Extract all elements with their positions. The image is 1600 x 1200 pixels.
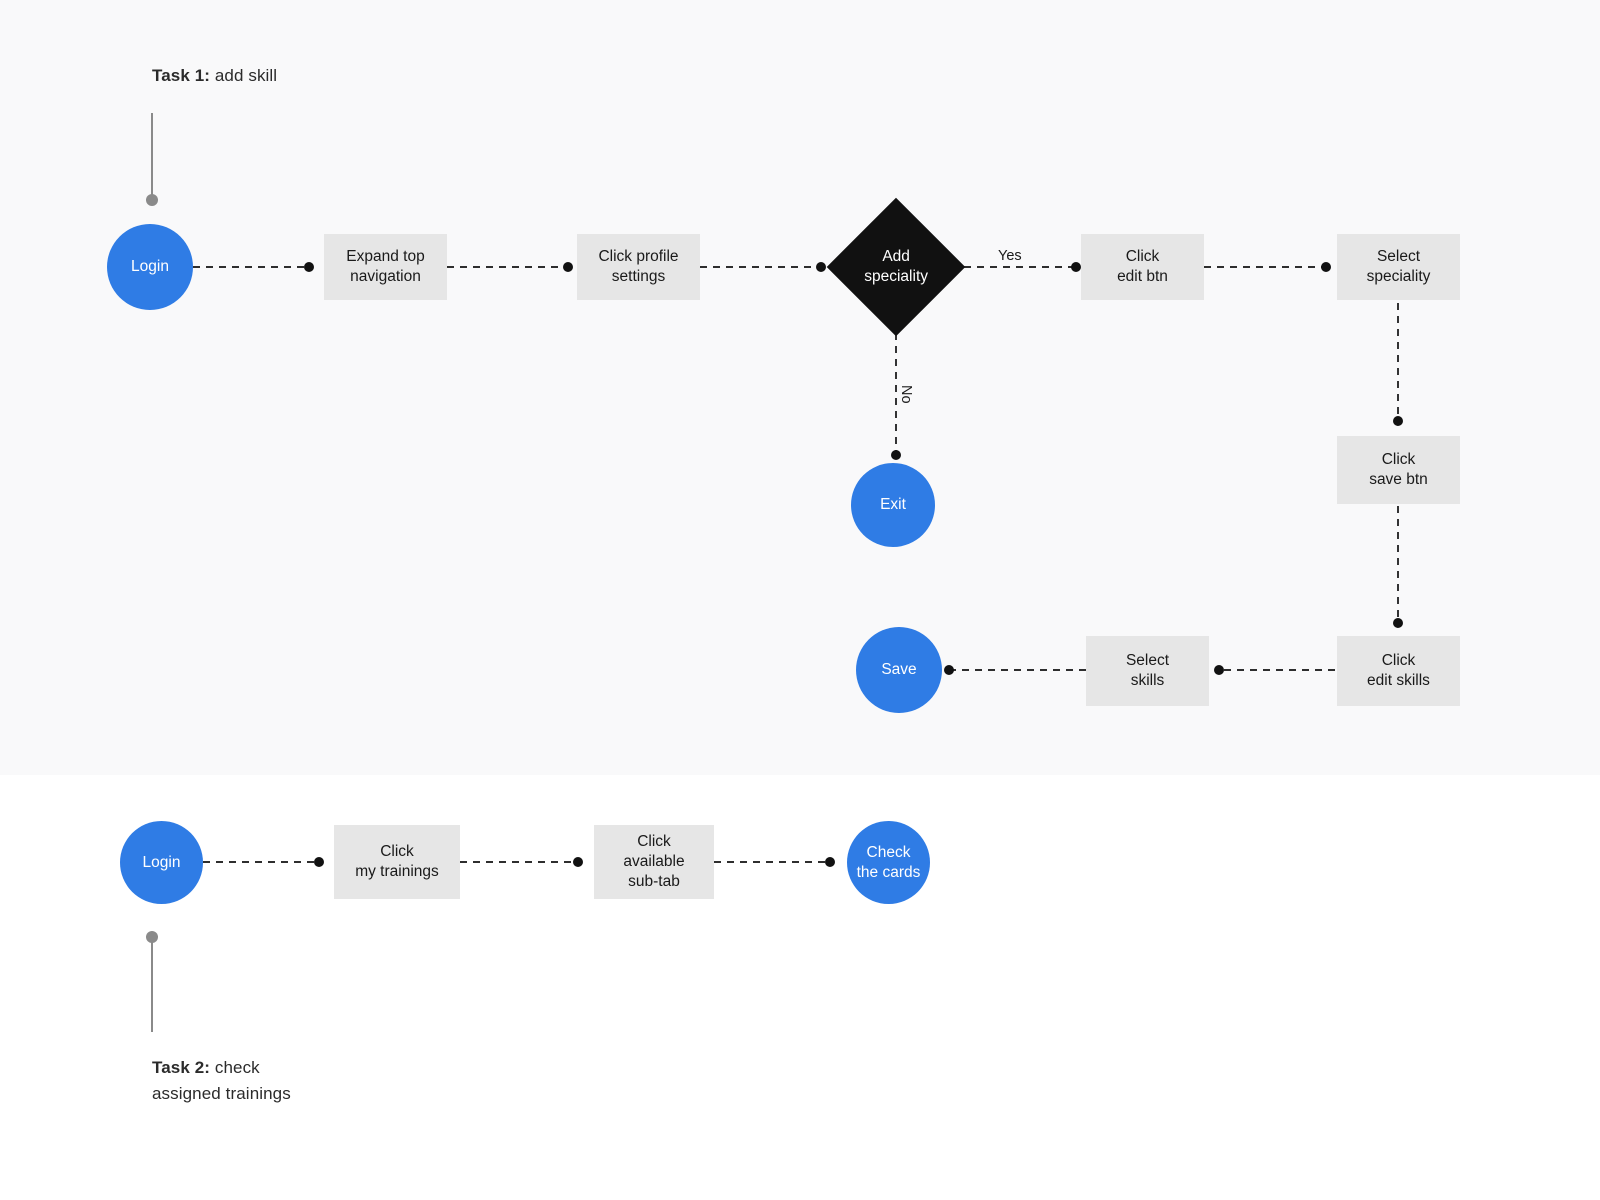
node-expand-top-navigation-label: Expand top navigation <box>346 248 425 285</box>
node-click-edit-skills[interactable]: Click edit skills <box>1337 636 1460 706</box>
node-click-save-btn-label: Click save btn <box>1369 451 1428 488</box>
node-click-available-subtab[interactable]: Click available sub-tab <box>594 825 714 899</box>
node-login-task1[interactable]: Login <box>107 224 193 310</box>
edge-label-no: No <box>898 385 914 404</box>
node-expand-top-navigation[interactable]: Expand top navigation <box>324 234 447 300</box>
node-check-the-cards[interactable]: Check the cards <box>847 821 930 904</box>
node-save-label: Save <box>881 661 917 679</box>
node-click-my-trainings[interactable]: Click my trainings <box>334 825 460 899</box>
node-click-save-btn[interactable]: Click save btn <box>1337 436 1460 504</box>
task-1-title: Task 1: add skill <box>152 63 277 89</box>
node-click-profile-settings-label: Click profile settings <box>598 248 679 285</box>
node-click-available-subtab-label: Click available sub-tab <box>623 833 685 890</box>
node-exit-label: Exit <box>880 496 906 514</box>
node-click-profile-settings[interactable]: Click profile settings <box>577 234 700 300</box>
node-check-the-cards-label: Check the cards <box>856 844 921 881</box>
task-2-title: Task 2: check assigned trainings <box>152 1055 291 1108</box>
node-add-speciality-label: Add speciality <box>864 248 928 285</box>
node-click-edit-skills-label: Click edit skills <box>1367 652 1430 689</box>
node-select-skills-label: Select skills <box>1125 652 1170 689</box>
node-login-task2-label: Login <box>142 853 181 871</box>
node-click-edit-btn-label: Click edit btn <box>1117 248 1168 285</box>
node-login-task2[interactable]: Login <box>120 821 203 904</box>
flowchart-canvas: Task 1: add skill Task 2: check assigned… <box>0 0 1600 1200</box>
node-select-speciality-label: Select speciality <box>1366 248 1431 285</box>
node-click-edit-btn[interactable]: Click edit btn <box>1081 234 1204 300</box>
task-1-title-bold: Task 1: <box>152 66 211 85</box>
task-1-title-rest: add skill <box>210 66 278 85</box>
node-click-my-trainings-label: Click my trainings <box>355 843 439 880</box>
edge-label-yes: Yes <box>998 248 1022 264</box>
node-select-speciality[interactable]: Select speciality <box>1337 234 1460 300</box>
node-select-skills[interactable]: Select skills <box>1086 636 1209 706</box>
node-login-task1-label: Login <box>131 258 169 276</box>
node-exit[interactable]: Exit <box>851 463 935 547</box>
task-2-title-bold: Task 2: <box>152 1058 211 1077</box>
node-save[interactable]: Save <box>856 627 942 713</box>
